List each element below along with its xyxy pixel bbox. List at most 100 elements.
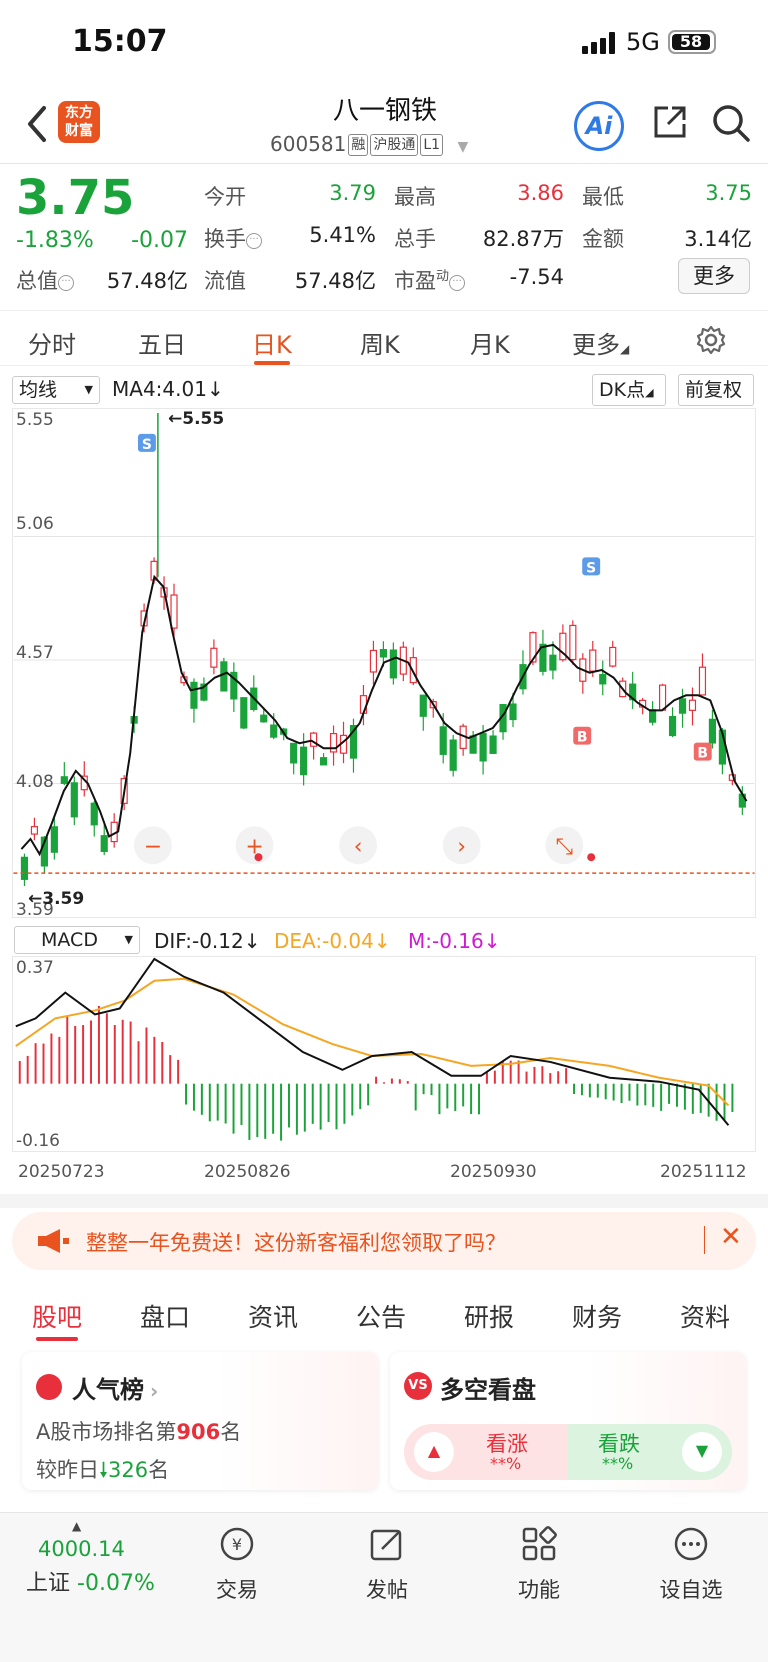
more-quote-button[interactable]: 更多 — [678, 258, 750, 294]
notify-dot — [587, 853, 596, 862]
info-icon: ··· — [58, 275, 74, 291]
amount-label: 金额 — [582, 227, 624, 251]
stock-code-row[interactable]: 600581 融沪股通 L1 ▼ — [270, 132, 468, 156]
candle-body — [170, 594, 178, 629]
candle-body — [60, 776, 68, 784]
low-label: 最低 — [582, 185, 624, 209]
promo-banner[interactable]: 整整一年免费送！这份新客福利您领取了吗？ ✕ — [12, 1212, 756, 1270]
candle-body — [20, 856, 29, 880]
x-tick: 20251112 — [660, 1162, 747, 1182]
candle-body — [698, 666, 707, 696]
x-tick: 20250930 — [450, 1162, 537, 1182]
search-icon[interactable] — [710, 102, 752, 144]
arrow-up-icon: ▲ — [414, 1432, 454, 1472]
pe-label[interactable]: 市盈动 ··· — [394, 265, 466, 295]
open-label: 今开 — [204, 185, 246, 209]
mcap-value: 57.48亿 — [106, 269, 188, 293]
trade-icon: ¥ — [220, 1527, 254, 1561]
caret-up-icon[interactable]: ▲ — [72, 1519, 81, 1533]
mcap-label[interactable]: 总值 ··· — [16, 265, 74, 295]
candle-body — [389, 649, 397, 679]
tag-margin: 融 — [348, 134, 369, 156]
tab-announcements[interactable]: 公告 — [356, 1298, 406, 1334]
candle-body — [599, 673, 607, 685]
tab-orderbook[interactable]: 盘口 — [140, 1298, 190, 1334]
period-tabs: 分时 五日 日K 周K 月K 更多◢ — [0, 310, 768, 366]
tab-profile[interactable]: 资料 — [680, 1298, 730, 1334]
candle-body — [220, 661, 228, 692]
candle-body — [190, 681, 198, 709]
nav-watchlist[interactable]: 设自选 — [646, 1525, 736, 1604]
nav-trade[interactable]: ¥ 交易 — [192, 1525, 282, 1604]
candle-body — [419, 694, 427, 717]
candle-body — [589, 649, 597, 672]
info-icon: ··· — [449, 275, 466, 291]
bull-button[interactable]: ▲ 看涨 **% — [404, 1424, 568, 1480]
y-tick: 5.06 — [16, 514, 54, 534]
tab-intraday[interactable]: 分时 — [28, 325, 76, 360]
macd-chart[interactable] — [12, 956, 756, 1152]
index-change[interactable]: 上证 -0.07% — [26, 1565, 155, 1597]
adjust-button[interactable]: 前复权 — [678, 374, 754, 406]
tab-research[interactable]: 研报 — [464, 1298, 514, 1334]
ai-button[interactable]: Ai — [574, 101, 624, 151]
change-percent: -1.83% — [16, 228, 94, 253]
section-divider — [0, 1194, 768, 1208]
candle-body — [379, 649, 387, 658]
candle-body — [649, 709, 657, 723]
stock-name[interactable]: 八一钢铁 — [300, 90, 470, 127]
candle-body — [668, 716, 677, 737]
candle-body — [479, 732, 487, 762]
tab-weekly-k[interactable]: 周K — [360, 325, 400, 360]
tab-five-day[interactable]: 五日 — [138, 325, 186, 360]
amount-value: 3.14亿 — [684, 227, 752, 251]
tab-financials[interactable]: 财务 — [572, 1298, 622, 1334]
tab-forum[interactable]: 股吧 — [32, 1298, 82, 1334]
popularity-card[interactable]: 人气榜 › A股市场排名第906名 较昨日🠗326名 — [22, 1352, 378, 1490]
candle-body — [569, 624, 577, 661]
promo-text: 整整一年免费送！这份新客福利您领取了吗？ — [86, 1231, 506, 1255]
svg-text:¥: ¥ — [232, 1535, 242, 1554]
candle-body — [210, 647, 218, 668]
tab-more[interactable]: 更多◢ — [572, 325, 629, 360]
max-price-label: ←5.55 — [168, 409, 225, 429]
float-value: 57.48亿 — [294, 269, 376, 293]
candle-body — [100, 835, 108, 852]
tab-daily-k[interactable]: 日K — [252, 325, 292, 360]
close-icon[interactable]: ✕ — [720, 1222, 742, 1252]
candle-body — [300, 746, 308, 776]
settings-icon[interactable] — [696, 325, 726, 355]
candle-body — [70, 782, 78, 818]
stock-code: 600581 — [270, 132, 347, 156]
share-icon[interactable] — [650, 102, 690, 142]
bear-button[interactable]: 看跌 **% ▼ — [568, 1424, 732, 1480]
back-icon[interactable] — [22, 104, 52, 144]
macd-y-tick: 0.37 — [16, 958, 54, 978]
y-tick: 5.55 — [16, 410, 54, 430]
high-value: 3.86 — [517, 181, 564, 205]
edit-icon — [370, 1529, 402, 1561]
candle-body — [449, 739, 457, 771]
m-readout: M:-0.16↓ — [408, 929, 501, 953]
chevron-right-icon: › — [150, 1379, 159, 1403]
chevron-down-icon: ▼ — [457, 139, 469, 155]
macd-select[interactable]: MACD ▼ — [14, 926, 140, 954]
candle-body — [439, 726, 447, 755]
index-value[interactable]: 4000.14 — [38, 1537, 125, 1561]
tab-monthly-k[interactable]: 月K — [470, 325, 510, 360]
nav-post[interactable]: 发帖 — [342, 1525, 432, 1604]
indicator-select[interactable]: 均线 ▼ — [12, 376, 100, 404]
candle-body — [688, 699, 697, 711]
turnover-label[interactable]: 换手 ··· — [204, 223, 262, 253]
dk-point-select[interactable]: DK点◢ — [592, 374, 666, 406]
tab-news[interactable]: 资讯 — [248, 1298, 298, 1334]
high-label: 最高 — [394, 185, 436, 209]
fullscreen-button-glyph: ⤡ — [556, 834, 574, 859]
kline-chart[interactable]: SSBB − + ‹ › ⤡ — [12, 408, 756, 918]
dif-readout: DIF:-0.12↓ — [154, 929, 261, 953]
tag-level: L1 — [420, 134, 444, 156]
vs-icon: VS — [404, 1372, 432, 1400]
nav-functions[interactable]: 功能 — [494, 1525, 584, 1604]
change-value: -0.07 — [131, 228, 188, 253]
sentiment-card[interactable]: VS 多空看盘 ▲ 看涨 **% 看跌 **% ▼ — [390, 1352, 746, 1490]
